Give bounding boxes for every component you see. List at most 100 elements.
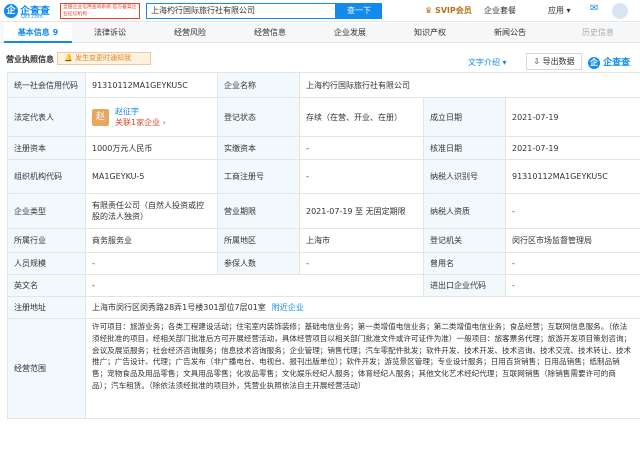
region-value: 上海市 (299, 228, 424, 253)
table-row: 法定代表人 赵赵征宇关联1家企业 › 登记状态 存续（在营、开业、在册） 成立日… (7, 97, 640, 137)
tab-basic-info[interactable]: 基本信息 9 (4, 23, 72, 43)
export-label: 导出数据 (542, 57, 575, 66)
tab-news[interactable]: 新闻公告 (476, 23, 544, 43)
approved-label: 核准日期 (423, 136, 506, 160)
logo-domain: Qcc.com (21, 14, 43, 20)
main-tabs: 基本信息 9 法律诉讼 经营风险 经营信息 企业发展 知识产权 新闻公告 历史信… (0, 23, 640, 43)
approved-value: 2021-07-19 (505, 136, 640, 160)
section-actions: 文字介绍 ▾ ⇩ 导出数据 企 企查查 (0, 53, 640, 70)
search-button[interactable]: 查一下 (336, 3, 382, 19)
search-input[interactable]: 上海杓行国际旅行社有限公司 (146, 3, 336, 19)
taxpayer-id-label: 纳税人识别号 (423, 159, 506, 194)
import-export-value: - (505, 274, 640, 297)
founded-label: 成立日期 (423, 97, 506, 137)
qcc-watermark-logo: 企 企查查 (588, 55, 630, 69)
capital-value: 1000万元人民币 (85, 136, 218, 160)
tab-history[interactable]: 历史信息 (560, 23, 636, 43)
avatar[interactable] (612, 3, 628, 19)
taxpayer-id-value: 91310112MA1GEYKU5C (505, 159, 640, 194)
tab-legal[interactable]: 法律诉讼 (76, 23, 144, 43)
legal-rep-link[interactable]: 关联1家企业 (115, 118, 160, 127)
nearby-companies-link[interactable]: 附近企业 (272, 303, 304, 312)
insured-label: 参保人数 (217, 252, 300, 275)
type-label: 企业类型 (7, 193, 86, 229)
term-label: 营业期限 (217, 193, 300, 229)
staff-label: 人员规模 (7, 252, 86, 275)
status-label: 登记状态 (217, 97, 300, 137)
org-code-value: MA1GEYKU-5 (85, 159, 218, 194)
text-intro-toggle[interactable]: 文字介绍 ▾ (468, 57, 507, 68)
table-row: 人员规模 - 参保人数 - 曾用名 - (7, 252, 640, 275)
company-name-value: 上海杓行国际旅行社有限公司 (299, 72, 640, 98)
industry-value: 商务服务业 (85, 228, 218, 253)
table-row: 注册资本 1000万元人民币 实缴资本 - 核准日期 2021-07-19 (7, 136, 640, 160)
chevron-down-icon: ▾ (566, 6, 571, 15)
tab-development[interactable]: 企业发展 (316, 23, 384, 43)
status-value: 存续（在营、开业、在册） (299, 97, 424, 137)
insured-value: - (299, 252, 424, 275)
tab-risk[interactable]: 经营风险 (156, 23, 224, 43)
legal-rep-label: 法定代表人 (7, 97, 86, 137)
address-label: 注册地址 (7, 296, 86, 319)
taxpayer-qual-value: - (505, 193, 640, 229)
staff-value: - (85, 252, 218, 275)
top-bar: 企 企查查 Qcc.com 全国企业信用查询系统 官方备案企业征信机构 上海杓行… (0, 0, 640, 22)
authority-value: 闵行区市场监督管理局 (505, 228, 640, 253)
legal-rep-name[interactable]: 赵征宇 (115, 107, 139, 116)
legal-rep-avatar: 赵 (92, 108, 109, 126)
credit-code-value: 91310112MA1GEYKU5C (85, 72, 218, 98)
nav-apps[interactable]: 应用 ▾ (548, 5, 571, 16)
table-row: 所属行业 商务服务业 所属地区 上海市 登记机关 闵行区市场监督管理局 (7, 228, 640, 253)
crown-icon: ♛ (425, 6, 433, 15)
en-name-value: - (85, 274, 424, 297)
paid-capital-value: - (299, 136, 424, 160)
founded-value: 2021-07-19 (505, 97, 640, 137)
import-export-label: 进出口企业代码 (423, 274, 506, 297)
en-name-label: 英文名 (7, 274, 86, 297)
capital-label: 注册资本 (7, 136, 86, 160)
biz-reg-value: - (299, 159, 424, 194)
org-code-label: 组织机构代码 (7, 159, 86, 194)
table-row: 组织机构代码 MA1GEYKU-5 工商注册号 - 纳税人识别号 9131011… (7, 159, 640, 194)
scope-label: 经营范围 (7, 318, 86, 419)
address-cell: 上海市闵行区闵秀路28弄1号楼301部位7层01室 附近企业 (85, 296, 640, 319)
taxpayer-qual-label: 纳税人资质 (423, 193, 506, 229)
message-icon[interactable]: ✉ (590, 3, 598, 14)
qcc-logo[interactable]: 企 企查查 Qcc.com (4, 2, 56, 20)
legal-rep-cell: 赵赵征宇关联1家企业 › (85, 97, 218, 137)
industry-label: 所属行业 (7, 228, 86, 253)
tab-operations[interactable]: 经营信息 (236, 23, 304, 43)
qcc-watermark-text: 企查查 (603, 58, 631, 68)
scope-value: 许可项目：旅游业务；各类工程建设活动；住宅室内装饰装修；基础电信业务；第一类增值… (85, 318, 640, 419)
chevron-right-icon: › (160, 118, 166, 127)
table-row: 经营范围 许可项目：旅游业务；各类工程建设活动；住宅室内装饰装修；基础电信业务；… (7, 318, 640, 419)
table-row: 英文名 - 进出口企业代码 - (7, 274, 640, 297)
table-row: 统一社会信用代码 91310112MA1GEYKU5C 企业名称 上海杓行国际旅… (7, 72, 640, 98)
nav-apps-label: 应用 (548, 6, 564, 15)
paid-capital-label: 实缴资本 (217, 136, 300, 160)
download-icon: ⇩ (533, 57, 541, 66)
export-data-button[interactable]: ⇩ 导出数据 (526, 53, 582, 70)
business-license-table: 统一社会信用代码 91310112MA1GEYKU5C 企业名称 上海杓行国际旅… (7, 72, 640, 419)
credit-code-label: 统一社会信用代码 (7, 72, 86, 98)
qcc-watermark-icon: 企 (588, 57, 600, 69)
official-tagline: 全国企业信用查询系统 官方备案企业征信机构 (60, 3, 140, 19)
tab-ip[interactable]: 知识产权 (396, 23, 464, 43)
logo-mark-icon: 企 (4, 4, 18, 18)
authority-label: 登记机关 (423, 228, 506, 253)
former-name-label: 曾用名 (423, 252, 506, 275)
table-row: 注册地址 上海市闵行区闵秀路28弄1号楼301部位7层01室 附近企业 (7, 296, 640, 319)
chevron-down-icon: ▾ (502, 58, 507, 67)
company-name-label: 企业名称 (217, 72, 300, 98)
table-row: 企业类型 有限责任公司（自然人投资或控股的法人独资） 营业期限 2021-07-… (7, 193, 640, 229)
type-value: 有限责任公司（自然人投资或控股的法人独资） (85, 193, 218, 229)
biz-reg-label: 工商注册号 (217, 159, 300, 194)
text-intro-label: 文字介绍 (468, 58, 500, 67)
svip-link[interactable]: ♛ SVIP会员 (425, 5, 472, 16)
svip-label: SVIP会员 (434, 6, 472, 15)
term-value: 2021-07-19 至 无固定期限 (299, 193, 424, 229)
nav-package[interactable]: 企业套餐 (484, 5, 516, 16)
region-label: 所属地区 (217, 228, 300, 253)
former-name-value: - (505, 252, 640, 275)
address-value: 上海市闵行区闵秀路28弄1号楼301部位7层01室 (92, 303, 266, 312)
